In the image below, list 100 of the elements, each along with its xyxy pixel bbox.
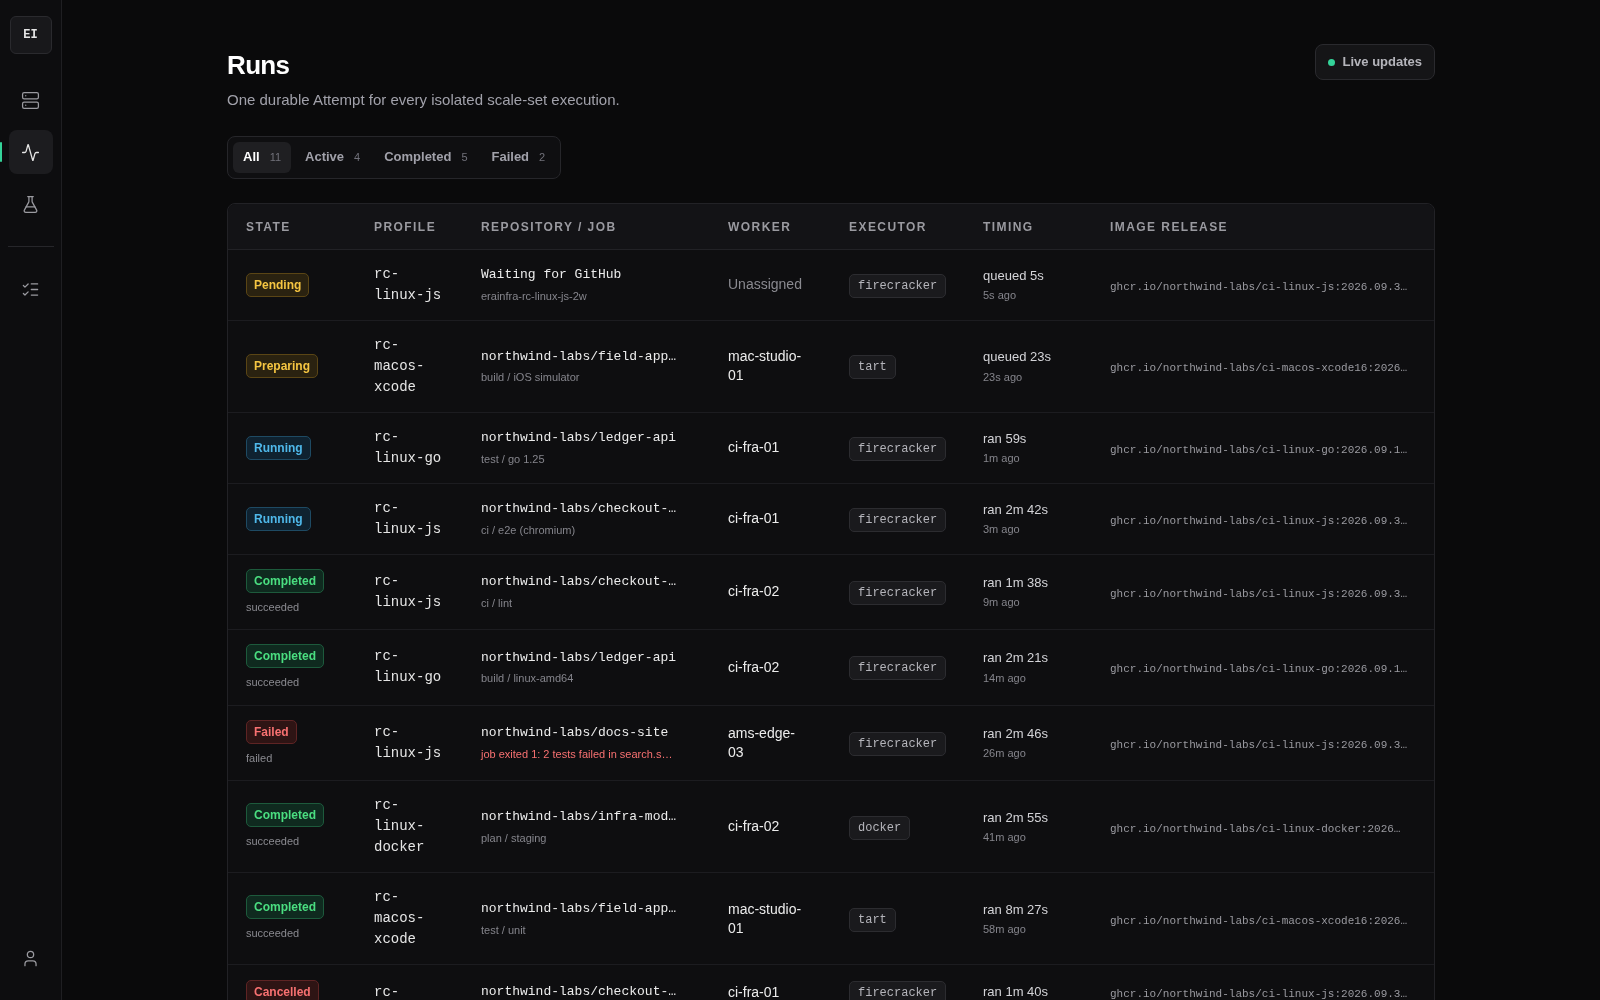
- profile-name: rc-linux-js: [374, 571, 443, 612]
- live-updates-label: Live updates: [1342, 53, 1422, 72]
- image-release: ghcr.io/northwind-labs/ci-linux-js:2026.09.3…: [1110, 587, 1408, 600]
- image-release: ghcr.io/northwind-labs/ci-linux-go:2026.09.1…: [1110, 663, 1408, 676]
- duration-text: ran 2m 21s: [983, 649, 1050, 668]
- repository-name: northwind-labs/ledger-api: [481, 648, 678, 667]
- column-header: TIMING: [983, 220, 1034, 234]
- image-release: ghcr.io/northwind-labs/ci-linux-go:2026.09.1…: [1110, 443, 1408, 456]
- outcome-text: failed: [246, 750, 273, 766]
- page-title: Runs: [227, 49, 291, 82]
- column-header: PROFILE: [374, 220, 437, 234]
- outcome-text: succeeded: [246, 834, 300, 850]
- executor-tag: firecracker: [849, 580, 947, 605]
- repository-name: northwind-labs/ledger-api: [481, 429, 678, 447]
- outcome-text: succeeded: [246, 675, 300, 690]
- worker-name: ci-fra-02: [728, 817, 781, 836]
- worker-name: ams-edge-03: [728, 723, 796, 762]
- column-header: STATE: [246, 220, 291, 234]
- profile-name: rc-linux-js: [374, 264, 443, 305]
- executor-tag: firecracker: [849, 273, 947, 298]
- duration-text: ran 2m 55s: [983, 808, 1050, 827]
- image-release: ghcr.io/northwind-labs/ci-linux-js:2026.09.3…: [1110, 514, 1408, 527]
- time-ago: 5s ago: [983, 288, 1018, 303]
- status-badge: Completed: [246, 803, 324, 828]
- repository-name: northwind-labs/docs-site: [481, 724, 670, 743]
- profile-name: rc-: [374, 982, 401, 1000]
- executor-tag: firecracker: [849, 731, 947, 756]
- executor-tag: docker: [849, 815, 911, 840]
- executor-tag: firecracker: [849, 507, 947, 532]
- user-icon: [21, 948, 40, 968]
- time-ago: 23s ago: [983, 369, 1024, 385]
- executor-tag: tart: [849, 355, 896, 379]
- column-header: WORKER: [728, 220, 792, 234]
- executor-tag: tart: [849, 907, 896, 932]
- worker-name: mac-studio-01: [728, 899, 803, 938]
- job-name: ci / lint: [481, 595, 514, 611]
- worker-name: ci-fra-01: [728, 509, 781, 528]
- job-name: erainfra-rc-linux-js-2w: [481, 288, 588, 304]
- status-badge: Completed: [246, 895, 324, 920]
- status-badge: Completed: [246, 644, 324, 668]
- column-header: IMAGE RELEASE: [1110, 220, 1229, 234]
- executor-tag: firecracker: [849, 436, 947, 461]
- job-name: test / go 1.25: [481, 451, 546, 467]
- status-badge: Cancelled: [246, 980, 319, 1000]
- status-badge: Failed: [246, 719, 297, 744]
- filter-tab[interactable]: Completed 5: [374, 141, 478, 173]
- duration-text: queued 5s: [983, 266, 1045, 285]
- duration-text: ran 1m 38s: [983, 573, 1050, 592]
- worker-name: ci-fra-01: [728, 438, 781, 457]
- column-header: EXECUTOR: [849, 220, 927, 234]
- status-badge: Running: [246, 435, 311, 460]
- app-logo[interactable]: EI: [9, 16, 52, 54]
- status-badge: Pending: [246, 272, 310, 297]
- server-icon: [21, 90, 40, 110]
- image-release: ghcr.io/northwind-labs/ci-macos-xcode16:2026…: [1110, 914, 1408, 927]
- duration-text: ran 2m 46s: [983, 724, 1050, 743]
- filter-tab[interactable]: Failed 2: [481, 141, 556, 173]
- image-release: ghcr.io/northwind-labs/ci-linux-js:2026.09.3…: [1110, 988, 1408, 1000]
- time-ago: 41m ago: [983, 830, 1027, 845]
- page-subtitle: One durable Attempt for every isolated scale-set execution.: [227, 90, 620, 110]
- repository-name: northwind-labs/checkout-…: [481, 573, 678, 592]
- profile-name: rc-linux-js: [374, 498, 443, 539]
- status-badge: Running: [246, 506, 311, 531]
- job-name: ci / e2e (chromium): [481, 522, 577, 538]
- job-name: job exited 1: 2 tests failed in search.s…: [481, 746, 674, 762]
- time-ago: 26m ago: [983, 746, 1027, 762]
- repository-name: northwind-labs/field-app…: [481, 900, 678, 918]
- duration-text: ran 1m 40s: [983, 983, 1050, 1000]
- time-ago: 58m ago: [983, 922, 1027, 937]
- worker-name: ci-fra-01: [728, 982, 781, 1000]
- repository-name: northwind-labs/checkout-…: [481, 500, 678, 518]
- duration-text: ran 8m 27s: [983, 900, 1050, 919]
- time-ago: 1m ago: [983, 451, 1021, 466]
- status-badge: Preparing: [246, 354, 318, 378]
- time-ago: 14m ago: [983, 670, 1027, 686]
- nav-item[interactable]: [8, 130, 53, 174]
- executor-tag: firecracker: [849, 981, 947, 1000]
- duration-text: ran 59s: [983, 429, 1028, 448]
- outcome-text: succeeded: [246, 599, 300, 615]
- job-name: test / unit: [481, 922, 527, 938]
- job-name: build / iOS simulator: [481, 370, 581, 385]
- worker-name: Unassigned: [728, 275, 803, 294]
- worker-name: mac-studio-01: [728, 347, 803, 385]
- filter-tab[interactable]: Active 4: [295, 141, 371, 173]
- profile-name: rc-linux-js: [374, 722, 443, 763]
- job-name: build / linux-amd64: [481, 671, 575, 687]
- activity-icon: [21, 142, 40, 162]
- filter-tab[interactable]: All 11: [233, 141, 292, 173]
- outcome-text: succeeded: [246, 926, 300, 942]
- time-ago: 3m ago: [983, 522, 1021, 537]
- worker-name: ci-fra-02: [728, 657, 781, 677]
- image-release: ghcr.io/northwind-labs/ci-linux-docker:2026…: [1110, 822, 1401, 835]
- profile-name: rc-macos-xcode: [374, 335, 426, 397]
- time-ago: 9m ago: [983, 595, 1021, 611]
- profile-name: rc-linux-go: [374, 427, 443, 468]
- repository-name: northwind-labs/infra-mod…: [481, 808, 678, 826]
- image-release: ghcr.io/northwind-labs/ci-macos-xcode16:2026…: [1110, 362, 1408, 374]
- profile-name: rc-linux-docker: [374, 796, 426, 857]
- flask-icon: [21, 194, 40, 214]
- image-release: ghcr.io/northwind-labs/ci-linux-js:2026.09.3…: [1110, 738, 1408, 751]
